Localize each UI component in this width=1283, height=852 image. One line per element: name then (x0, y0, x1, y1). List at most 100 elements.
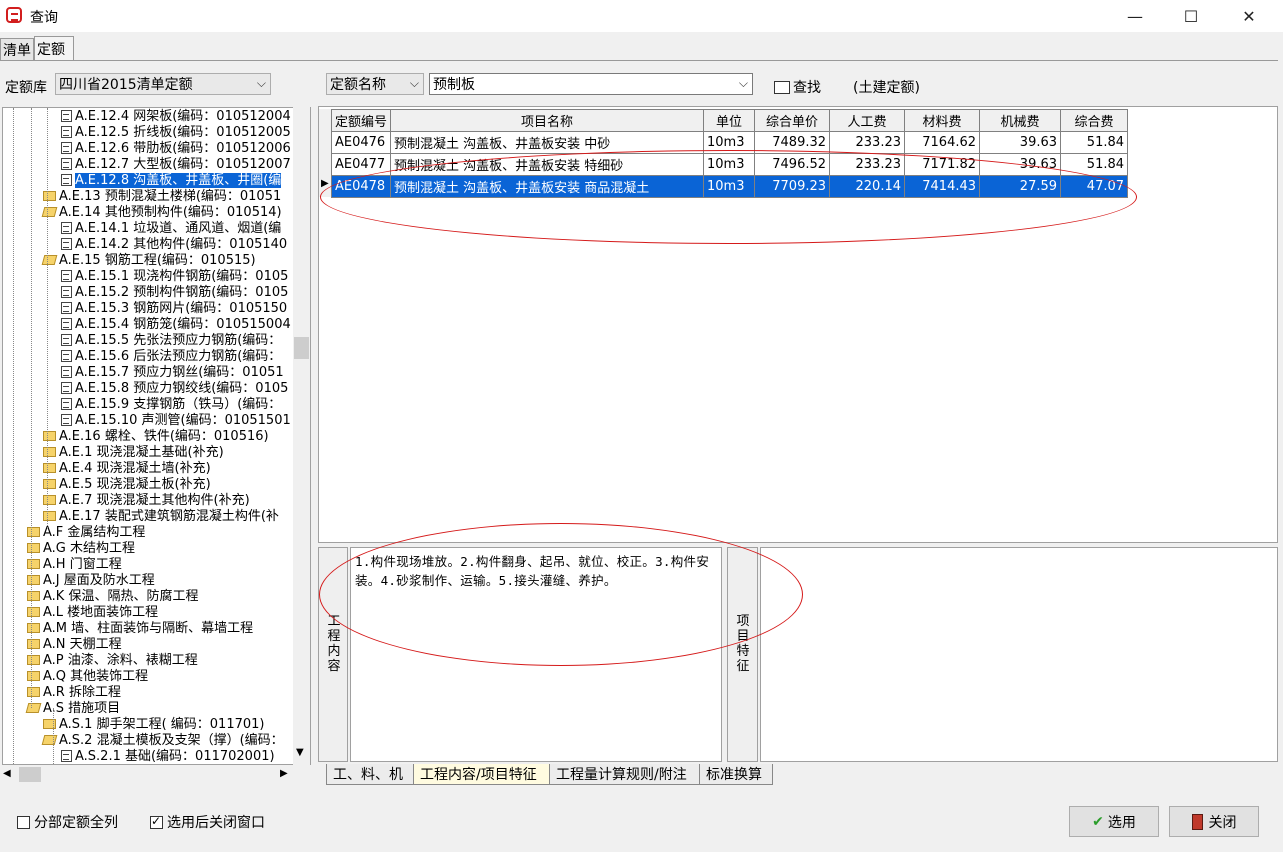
column-header[interactable]: 项目名称 (390, 109, 705, 132)
tree-node[interactable]: A.E.15.9 支撑钢筋（铁马）(编码： (61, 397, 281, 413)
features-text[interactable] (760, 547, 1278, 762)
tree-node[interactable]: A.E.17 装配式建筑钢筋混凝土构件(补 (43, 509, 279, 525)
tree-node[interactable]: A.P 油漆、涂料、裱糊工程 (27, 653, 198, 669)
tree-scroll-thumb[interactable] (294, 337, 309, 359)
folder-open-icon (41, 255, 58, 265)
tree-node[interactable]: A.E.5 现浇混凝土板(补充) (43, 477, 211, 493)
tree-node[interactable]: A.E.14.2 其他构件(编码：0105140 (61, 237, 287, 253)
tree-node[interactable]: A.G 木结构工程 (27, 541, 135, 557)
table-cell: 39.63 (979, 153, 1062, 176)
show-all-checkbox[interactable] (17, 816, 30, 829)
column-header[interactable]: 人工费 (829, 109, 906, 132)
maximize-button[interactable]: ☐ (1168, 0, 1214, 32)
column-header[interactable]: 单位 (703, 109, 756, 132)
tree-node[interactable]: A.K 保温、隔热、防腐工程 (27, 589, 198, 605)
category-label: (土建定额) (853, 80, 920, 96)
tab-work-content-features[interactable]: 工程内容/项目特征 (413, 764, 550, 785)
tree-node[interactable]: A.E.15 钢筋工程(编码：010515) (41, 253, 256, 269)
tree-node[interactable]: A.E.12.7 大型板(编码：010512007 (61, 157, 291, 173)
library-select[interactable]: 四川省2015清单定额 ⌵ (55, 73, 271, 95)
table-row[interactable]: AE0477 预制混凝土 沟盖板、井盖板安装 特细砂 10m3 7496.52 233.… (330, 153, 1129, 176)
minimize-button[interactable]: — (1112, 0, 1158, 32)
tree-node[interactable]: A.J 屋面及防水工程 (27, 573, 155, 589)
scroll-right-icon[interactable]: ▶ (280, 768, 288, 779)
tree-node[interactable]: A.N 天棚工程 (27, 637, 122, 653)
tree-node[interactable]: A.E.12.6 带肋板(编码：010512006 (61, 141, 291, 157)
column-header[interactable]: 机械费 (979, 109, 1062, 132)
table-cell: 预制混凝土 沟盖板、井盖板安装 中砂 (390, 131, 705, 154)
tree-node-label: A.E.15.9 支撑钢筋（铁马）(编码： (75, 397, 282, 412)
tree-node[interactable]: A.E.15.7 预应力钢丝(编码：01051 (61, 365, 284, 381)
tab-standard-conversion[interactable]: 标准换算 (699, 764, 773, 785)
tree-node[interactable]: A.E.16 螺栓、铁件(编码：010516) (43, 429, 269, 445)
tree-node[interactable]: A.S.2.1 基础(编码：011702001) (61, 749, 275, 764)
folder-open-icon (41, 735, 58, 745)
tree-node[interactable]: A.E.15.2 预制构件钢筋(编码：0105 (61, 285, 288, 301)
tree-node[interactable]: A.M 墙、柱面装饰与隔断、幕墙工程 (27, 621, 253, 637)
tree-node[interactable]: A.S.2 混凝土模板及支架（撑）(编码： (41, 733, 284, 749)
show-all-label: 分部定额全列 (34, 815, 118, 831)
tree-node[interactable]: A.E.12.5 折线板(编码：010512005 (61, 125, 291, 141)
tab-labor-material-machine[interactable]: 工、料、机 (326, 764, 414, 785)
tree-node-label: A.E.14.2 其他构件(编码：0105140 (75, 237, 288, 252)
tree-node-label: A.S.1 脚手架工程( 编码：011701) (59, 717, 265, 732)
tree-node-label: A.N 天棚工程 (43, 637, 122, 652)
show-all-option[interactable]: 分部定额全列 (17, 812, 118, 832)
tree-node[interactable]: A.R 拆除工程 (27, 685, 121, 701)
tree-node[interactable]: A.F 金属结构工程 (27, 525, 145, 541)
folder-icon (43, 511, 56, 521)
close-after-select-checkbox[interactable] (150, 814, 163, 829)
table-row[interactable]: AE0476 预制混凝土 沟盖板、井盖板安装 中砂 10m3 7489.32 233.2… (330, 131, 1129, 154)
scroll-down-icon[interactable]: ▼ (296, 747, 304, 758)
work-content-text[interactable]: 1.构件现场堆放。2.构件翻身、起吊、就位、校正。3.构件安装。4.砂浆制作、运… (350, 547, 722, 762)
tree-node[interactable]: A.E.12.8 沟盖板、井盖板、井圈(编 (61, 172, 283, 189)
close-window-button[interactable]: ✕ (1226, 0, 1272, 32)
search-field-select[interactable]: 定额名称 ⌵ (326, 73, 424, 95)
tree-node[interactable]: A.E.14.1 垃圾道、通风道、烟道(编 (61, 221, 281, 237)
tree-node[interactable]: A.E.15.3 钢筋网片(编码：0105150 (61, 301, 287, 317)
select-button[interactable]: ✔ 选用 (1069, 806, 1159, 837)
tree-node[interactable]: A.E.15.6 后张法预应力钢筋(编码： (61, 349, 281, 365)
tree-vertical-scrollbar[interactable]: ▼ (293, 107, 310, 765)
table-row[interactable]: AE0478 预制混凝土 沟盖板、井盖板安装 商品混凝土 10m3 7709.23 22… (330, 175, 1129, 198)
tree-node[interactable]: A.E.12.4 网架板(编码：010512004 (61, 109, 291, 125)
column-header[interactable]: 综合单价 (754, 109, 831, 132)
tree-node[interactable]: A.E.15.10 声测管(编码：01051501 (61, 413, 291, 429)
tree-horizontal-scrollbar[interactable]: ◀ ▶ (2, 766, 293, 783)
tree-node[interactable]: A.H 门窗工程 (27, 557, 122, 573)
column-header[interactable]: 定额编号 (330, 109, 392, 132)
column-header[interactable]: 材料费 (904, 109, 981, 132)
tree-node-label: A.E.15 钢筋工程(编码：010515) (59, 253, 256, 268)
tab-qingdan[interactable]: 清单 (0, 38, 34, 60)
folder-icon (43, 495, 56, 505)
tree-node[interactable]: A.E.15.8 预应力钢绞线(编码：0105 (61, 381, 288, 397)
tree-node-label: A.H 门窗工程 (43, 557, 122, 572)
tree-node[interactable]: A.S.1 脚手架工程( 编码：011701) (43, 717, 265, 733)
search-input[interactable]: 预制板 ⌵ (429, 73, 753, 95)
table-cell: 47.07 (1060, 175, 1129, 198)
quota-grid[interactable]: ▶ 定额编号 项目名称 单位 综合单价 人工费 材料费 机械费 综合费 AE0476 预制混凝土… (318, 106, 1278, 543)
scroll-left-icon[interactable]: ◀ (3, 768, 11, 779)
tree-guide-line (47, 108, 48, 528)
tree-node[interactable]: A.L 楼地面装饰工程 (27, 605, 158, 621)
column-header[interactable]: 综合费 (1060, 109, 1129, 132)
close-after-select-option[interactable]: 选用后关闭窗口 (150, 812, 265, 832)
tab-dinge[interactable]: 定额 (34, 36, 74, 61)
tree-node[interactable]: A.S 措施项目 (25, 701, 120, 717)
close-button[interactable]: 关闭 (1169, 806, 1259, 837)
tab-calc-rules[interactable]: 工程量计算规则/附注 (549, 764, 700, 785)
folder-open-icon (25, 703, 42, 713)
tree-node[interactable]: A.Q 其他装饰工程 (27, 669, 148, 685)
tree-node[interactable]: A.E.7 现浇混凝土其他构件(补充) (43, 493, 250, 509)
tree-node[interactable]: A.E.15.1 现浇构件钢筋(编码：0105 (61, 269, 288, 285)
quota-tree[interactable]: A.E.12.4 网架板(编码：010512004 A.E.12.5 折线板(编码… (2, 107, 311, 765)
tree-node[interactable]: A.E.15.5 先张法预应力钢筋(编码： (61, 333, 281, 349)
tree-node[interactable]: A.E.13 预制混凝土楼梯(编码：01051 (43, 189, 281, 205)
tree-node-label: A.E.5 现浇混凝土板(补充) (59, 477, 211, 492)
hscroll-thumb[interactable] (19, 767, 41, 782)
tree-node[interactable]: A.E.1 现浇混凝土基础(补充) (43, 445, 224, 461)
find-button[interactable]: 查找 (774, 77, 821, 97)
tree-node[interactable]: A.E.4 现浇混凝土墙(补充) (43, 461, 211, 477)
tree-node[interactable]: A.E.15.4 钢筋笼(编码：010515004 (61, 317, 291, 333)
tree-node[interactable]: A.E.14 其他预制构件(编码：010514) (41, 205, 282, 221)
